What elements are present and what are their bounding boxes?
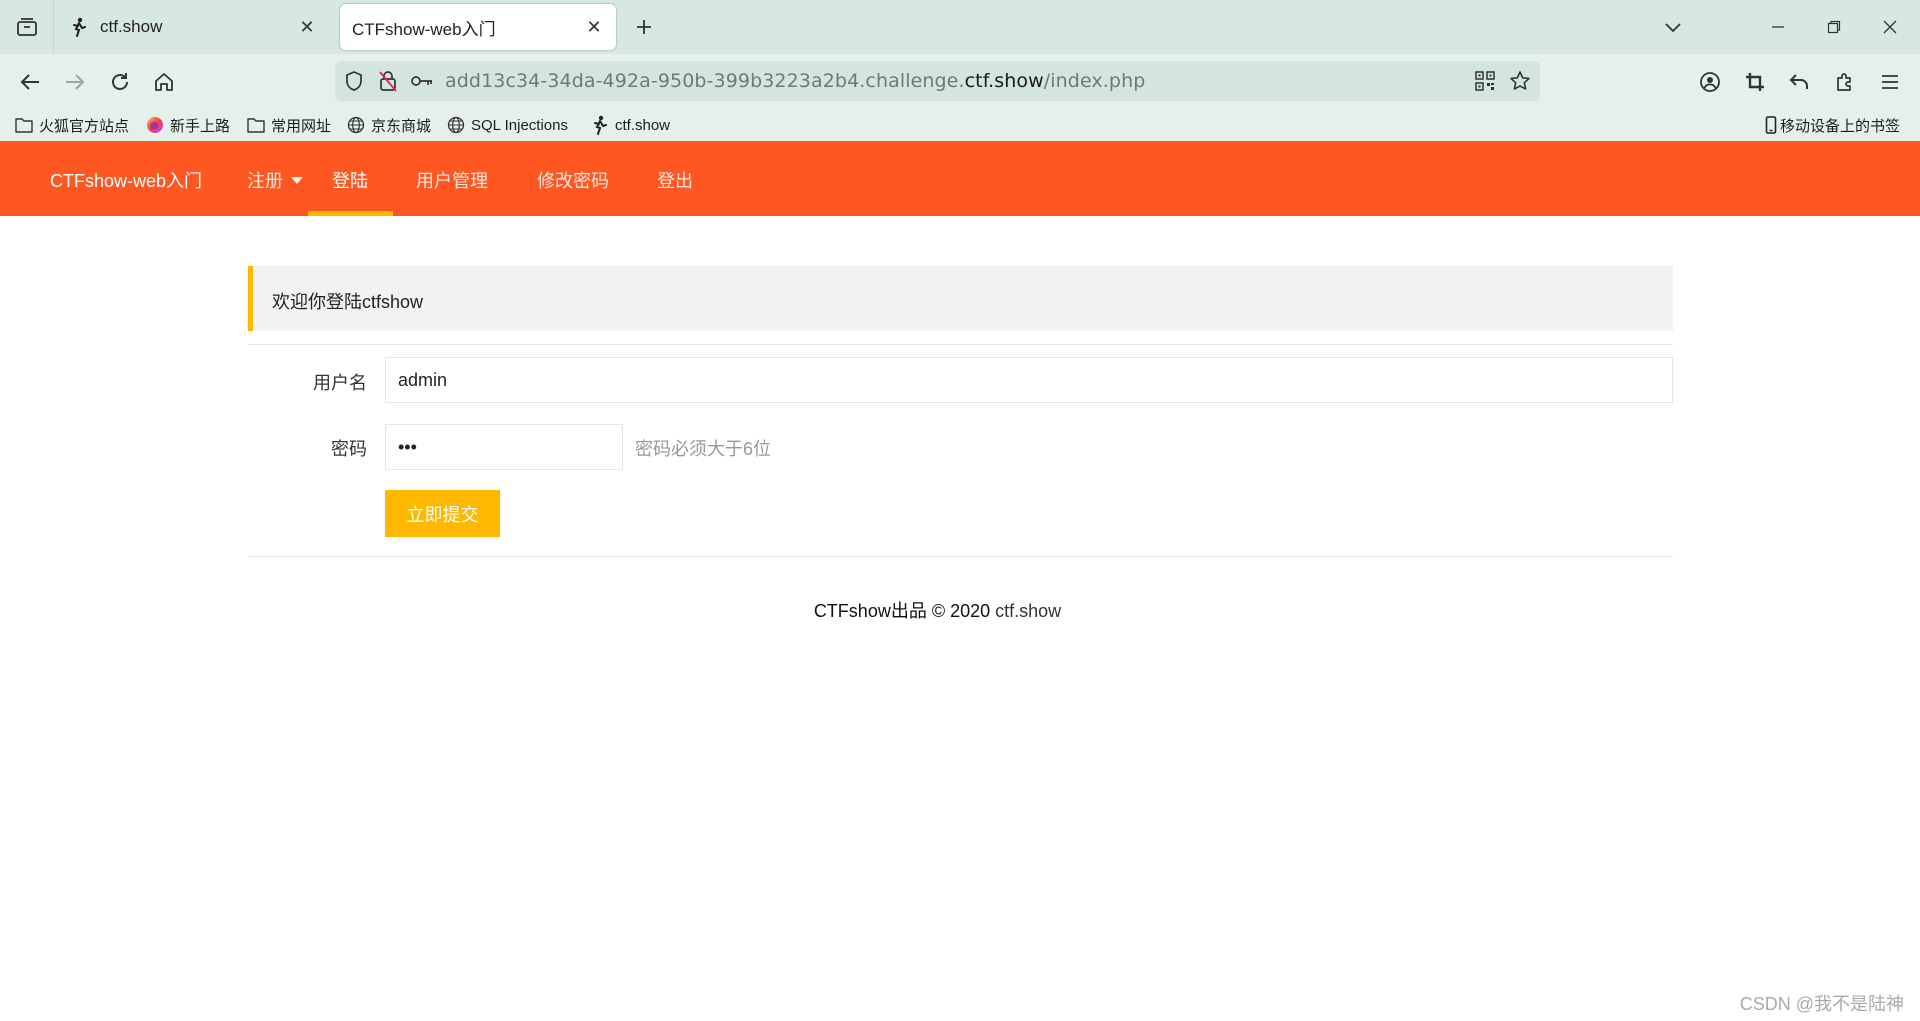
hamburger-menu-icon [1880, 74, 1900, 90]
undo-button[interactable] [1783, 66, 1815, 98]
nav-user-management[interactable]: 用户管理 [416, 167, 488, 193]
shield-icon[interactable] [342, 69, 366, 93]
puzzle-icon [1834, 71, 1856, 93]
close-icon [1883, 20, 1897, 34]
tab-ctfshow[interactable]: ctf.show ✕ [56, 4, 329, 50]
bookmark-label: 常用网址 [271, 117, 332, 135]
ctfshow-icon [590, 115, 610, 135]
ctfshow-icon [68, 16, 90, 38]
firefox-icon [145, 115, 165, 135]
url-path: /index.php [1043, 70, 1146, 92]
star-bookmark-icon[interactable] [1508, 69, 1532, 93]
minimize-icon [1771, 20, 1785, 34]
restore-button[interactable] [1819, 12, 1849, 42]
bookmark-label: 移动设备上的书签 [1780, 117, 1901, 135]
close-tab-icon[interactable]: ✕ [584, 17, 604, 37]
url-text[interactable]: add13c34-34da-492a-950b-399b3223a2b4.cha… [445, 70, 1145, 92]
bookmark-label: 京东商城 [371, 117, 432, 135]
welcome-banner: 欢迎你登陆ctfshow [248, 266, 1673, 331]
nav-change-password[interactable]: 修改密码 [537, 167, 609, 193]
watermark: CSDN @我不是陆神 [1739, 994, 1904, 1014]
footer-text: CTFshow出品 © 2020 [813, 601, 996, 621]
divider [248, 344, 1673, 345]
back-button[interactable] [14, 66, 46, 98]
submit-button[interactable]: 立即提交 [385, 490, 500, 537]
password-hint: 密码必须大于6位 [635, 439, 772, 459]
password-input[interactable] [385, 424, 623, 470]
tab-ctfshow-web[interactable]: CTFshow-web入门 ✕ [340, 4, 616, 50]
list-all-tabs-button[interactable] [1658, 12, 1688, 42]
home-button[interactable] [148, 66, 180, 98]
screenshot-button[interactable] [1739, 66, 1771, 98]
folder-icon [246, 115, 266, 135]
forward-button[interactable] [59, 66, 91, 98]
tab-list-button[interactable] [0, 0, 54, 54]
site-navbar: CTFshow-web入门 注册 登陆 用户管理 修改密码 登出 [0, 141, 1920, 216]
url-domain: ctf.show [964, 70, 1044, 92]
nav-register-label: 注册 [247, 171, 283, 191]
folder-icon [14, 115, 34, 135]
qr-code-icon[interactable] [1473, 69, 1497, 93]
home-icon [153, 71, 175, 93]
chevron-down-icon [1664, 21, 1682, 33]
globe-icon [446, 115, 466, 135]
footer-link[interactable]: ctf.show [995, 601, 1061, 621]
tab-list-icon [16, 17, 38, 37]
bookmark-label: ctf.show [615, 116, 671, 134]
footer: CTFshow出品 © 2020 ctf.show [0, 597, 1875, 623]
username-label: 用户名 [313, 373, 367, 393]
tab-title: ctf.show [100, 17, 163, 36]
site-brand[interactable]: CTFshow-web入门 [50, 167, 202, 193]
mobile-bookmarks[interactable]: 移动设备上的书签 [1764, 113, 1900, 137]
navigation-toolbar: add13c34-34da-492a-950b-399b3223a2b4.cha… [0, 54, 1920, 109]
restore-icon [1827, 20, 1841, 34]
globe-icon [346, 115, 366, 135]
extensions-button[interactable] [1829, 66, 1861, 98]
bookmark-getting-started[interactable]: 新手上路 [145, 113, 230, 137]
arrow-left-icon [19, 72, 41, 92]
menu-button[interactable] [1874, 66, 1906, 98]
password-label: 密码 [331, 439, 367, 459]
url-prefix: add13c34-34da-492a-950b-399b3223a2b4.cha… [445, 70, 965, 92]
bookmark-label: 新手上路 [170, 117, 231, 135]
nav-login[interactable]: 登陆 [332, 167, 368, 193]
bookmark-label: SQL Injections [471, 116, 568, 134]
divider [248, 556, 1673, 557]
arrow-right-icon [64, 72, 86, 92]
bookmark-common-sites[interactable]: 常用网址 [246, 113, 331, 137]
bookmarks-toolbar: 火狐官方站点 新手上路 常用网址 京东商城 SQL Injections ctf… [0, 109, 1920, 141]
bookmark-jd-mall[interactable]: 京东商城 [346, 113, 431, 137]
account-icon [1699, 71, 1721, 93]
undo-icon [1788, 72, 1810, 92]
insecure-lock-icon[interactable] [376, 69, 400, 93]
crop-icon [1744, 71, 1766, 93]
tab-bar: ctf.show ✕ CTFshow-web入门 ✕ [0, 0, 1920, 54]
key-icon[interactable] [410, 69, 434, 93]
reload-button[interactable] [104, 66, 136, 98]
account-button[interactable] [1694, 66, 1726, 98]
new-tab-button[interactable] [630, 13, 658, 41]
mobile-device-icon [1764, 115, 1778, 135]
bookmark-ctfshow[interactable]: ctf.show [590, 113, 670, 137]
bookmark-firefox-official[interactable]: 火狐官方站点 [14, 113, 129, 137]
active-tab-indicator [308, 211, 393, 216]
close-tab-icon[interactable]: ✕ [297, 17, 317, 37]
bookmark-sql-injections[interactable]: SQL Injections [446, 113, 568, 137]
address-bar[interactable]: add13c34-34da-492a-950b-399b3223a2b4.cha… [335, 61, 1540, 101]
close-window-button[interactable] [1875, 12, 1905, 42]
welcome-text: 欢迎你登陆ctfshow [272, 292, 424, 312]
nav-logout[interactable]: 登出 [657, 167, 693, 193]
nav-register[interactable]: 注册 [247, 167, 303, 193]
reload-icon [109, 71, 131, 93]
tab-title: CTFshow-web入门 [352, 19, 496, 39]
caret-down-icon [291, 176, 303, 184]
bookmark-label: 火狐官方站点 [39, 117, 130, 135]
username-input[interactable] [385, 357, 1673, 403]
minimize-button[interactable] [1763, 12, 1793, 42]
